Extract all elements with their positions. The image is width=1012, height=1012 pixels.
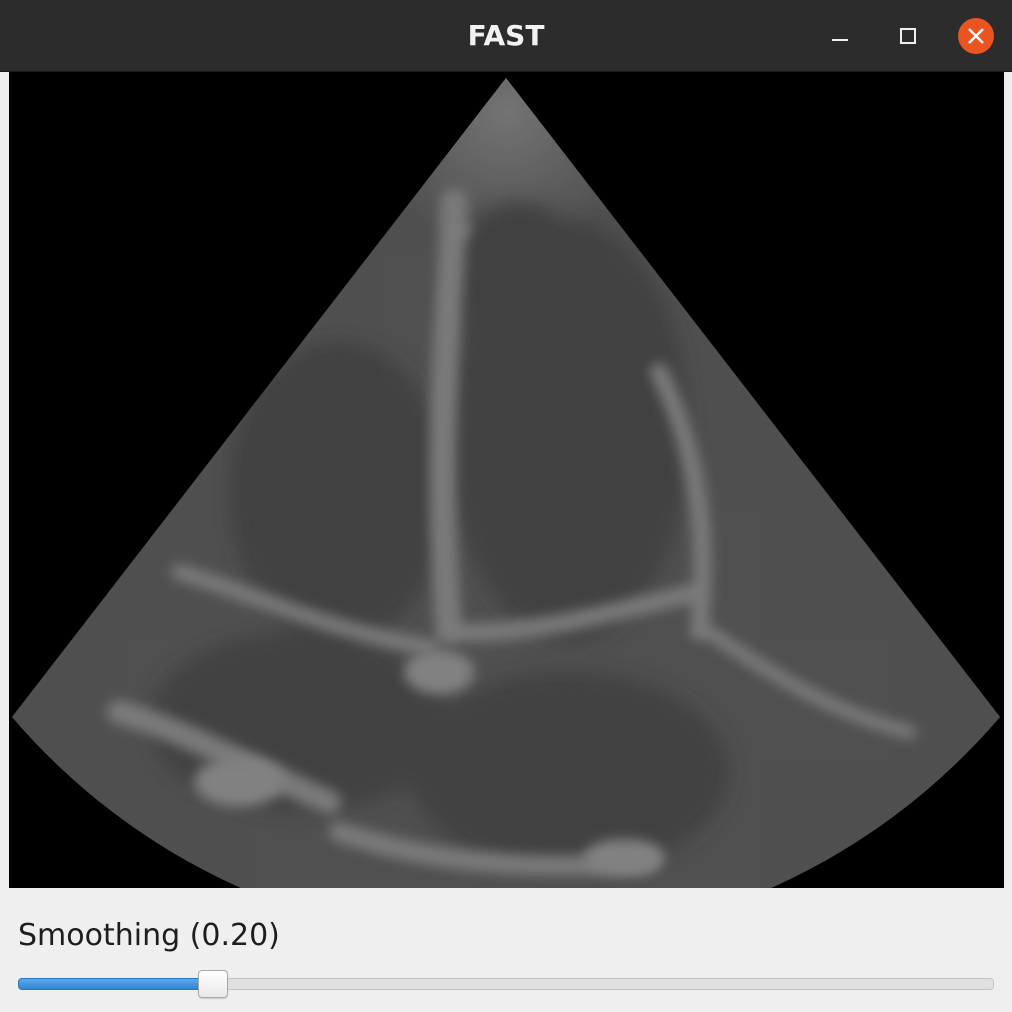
maximize-button[interactable] (890, 18, 926, 54)
smoothing-label: Smoothing (0.20) (18, 918, 280, 953)
controls-panel: Smoothing (0.20) (0, 888, 1012, 1012)
minimize-icon (832, 39, 848, 41)
ultrasound-image (12, 78, 1000, 888)
app-window: FAST Smoothing (0.20) (0, 0, 1012, 1012)
slider-handle[interactable] (198, 970, 228, 998)
image-viewport[interactable] (9, 72, 1004, 888)
maximize-icon (900, 28, 916, 44)
close-icon (968, 28, 984, 44)
smoothing-slider[interactable] (18, 970, 994, 1000)
window-title: FAST (467, 19, 545, 52)
slider-fill (18, 978, 213, 990)
minimize-button[interactable] (822, 18, 858, 54)
close-button[interactable] (958, 18, 994, 54)
title-bar[interactable]: FAST (0, 0, 1012, 72)
